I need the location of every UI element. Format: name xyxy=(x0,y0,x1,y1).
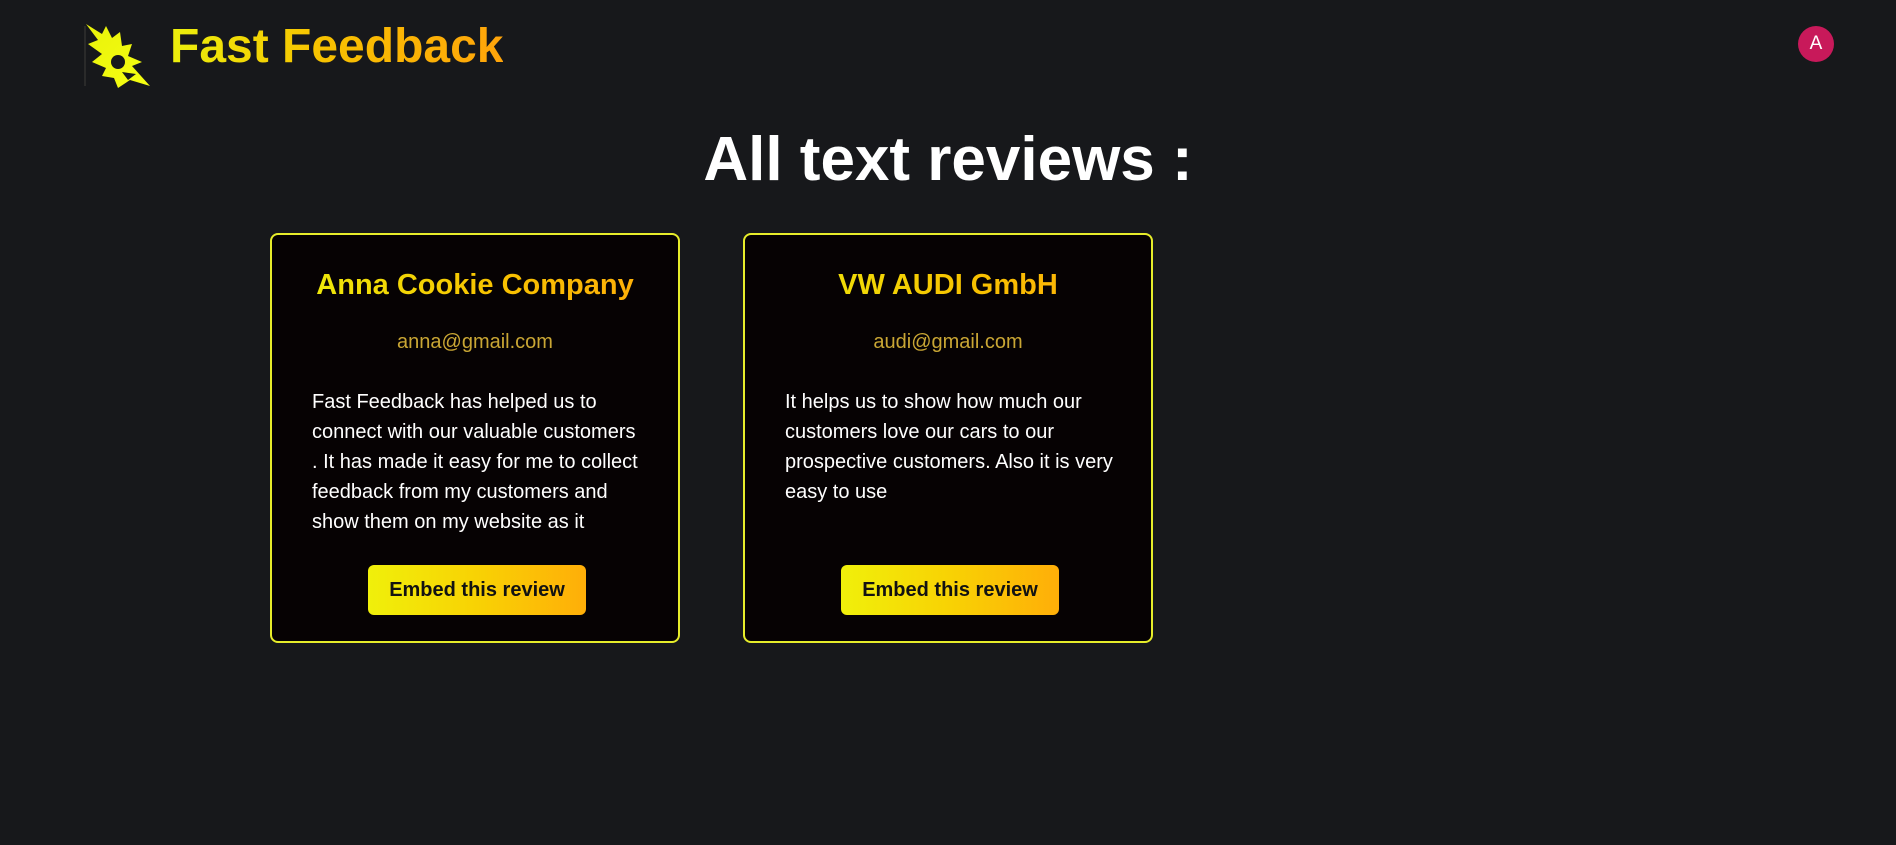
review-card: VW AUDI GmbH audi@gmail.com It helps us … xyxy=(743,233,1153,643)
review-text: Fast Feedback has helped us to connect w… xyxy=(312,391,638,533)
review-company-name: Anna Cookie Company xyxy=(272,267,678,303)
review-card: Anna Cookie Company anna@gmail.com Fast … xyxy=(270,233,680,643)
review-text: It helps us to show how much our custome… xyxy=(785,391,1113,503)
review-email: audi@gmail.com xyxy=(873,331,1023,353)
flame-bird-logo-icon[interactable] xyxy=(84,22,152,90)
review-email: anna@gmail.com xyxy=(397,331,553,353)
review-company-name: VW AUDI GmbH xyxy=(745,267,1151,303)
embed-review-button[interactable]: Embed this review xyxy=(368,565,586,615)
embed-review-button[interactable]: Embed this review xyxy=(841,565,1059,615)
user-avatar[interactable]: A xyxy=(1798,26,1834,62)
top-navbar: Fast Feedback A xyxy=(0,0,1896,100)
brand-title[interactable]: Fast Feedback xyxy=(170,18,503,76)
page-title: All text reviews : xyxy=(703,125,1193,194)
